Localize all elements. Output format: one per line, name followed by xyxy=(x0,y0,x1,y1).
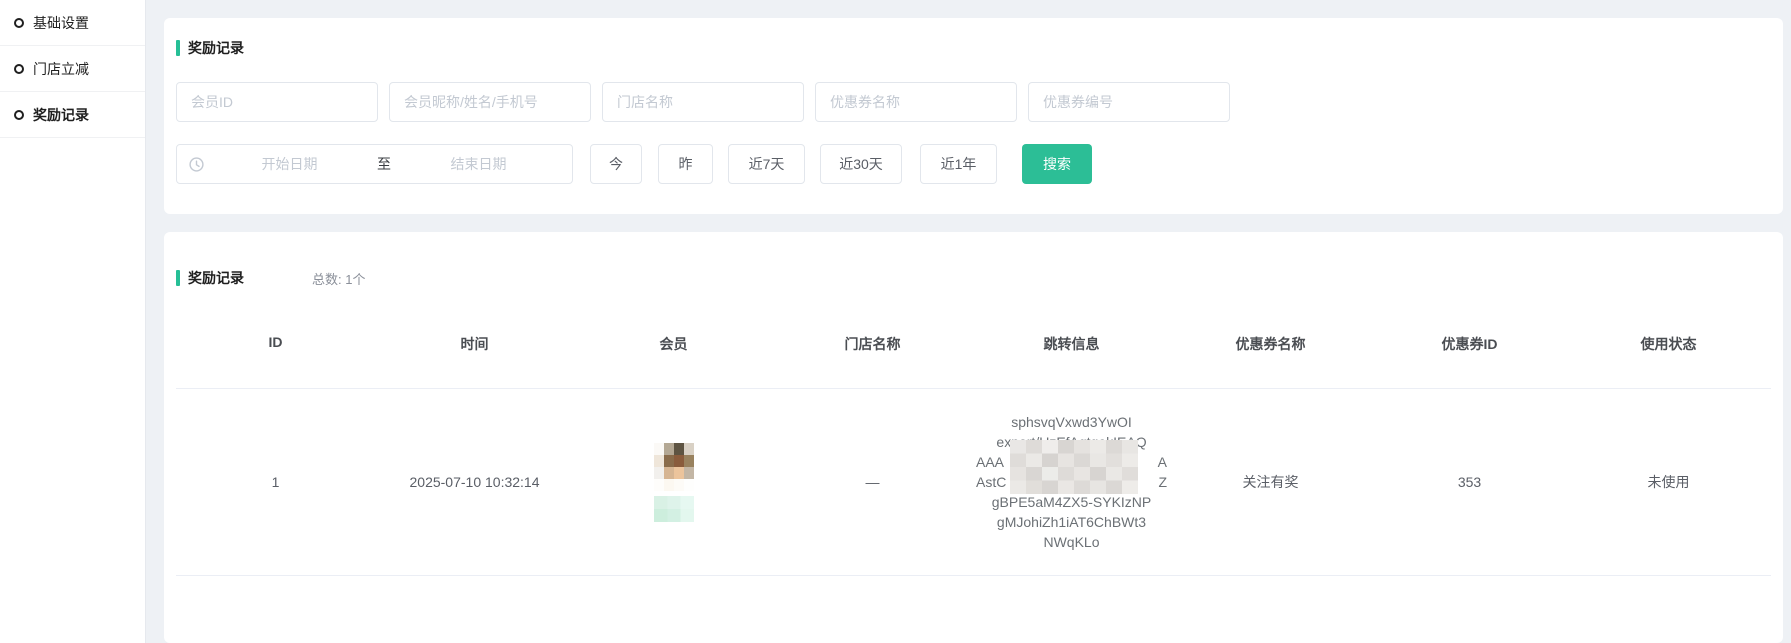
quick-range-30days-button[interactable]: 近30天 xyxy=(820,144,902,184)
radio-circle-icon xyxy=(14,18,24,28)
cell-use-status: 未使用 xyxy=(1569,472,1768,492)
quick-range-today-button[interactable]: 今 xyxy=(590,144,642,184)
table-header-row: ID 时间 会员 门店名称 跳转信息 优惠券名称 优惠券ID 使用状态 xyxy=(176,316,1771,389)
store-name-input[interactable] xyxy=(602,82,804,122)
main-content: 奖励记录 至 今 昨 近7天 xyxy=(164,0,1783,643)
col-header-store-name: 门店名称 xyxy=(773,316,972,388)
quick-range-1year-button[interactable]: 近1年 xyxy=(920,144,997,184)
table-row: 1 2025-07-10 10:32:14 xyxy=(176,389,1771,576)
filter-panel: 奖励记录 至 今 昨 近7天 xyxy=(164,18,1783,214)
col-header-time: 时间 xyxy=(375,316,574,388)
jump-info-line: gBPE5aM4ZX5-SYKIzNP xyxy=(974,492,1169,512)
jump-info-line: NWqKLo xyxy=(974,532,1169,552)
records-panel: 奖励记录 总数: 1个 ID 时间 会员 门店名称 跳转信息 优惠券名称 优惠券… xyxy=(164,232,1783,643)
title-marker xyxy=(176,270,180,286)
coupon-name-input[interactable] xyxy=(815,82,1017,122)
radio-circle-icon xyxy=(14,110,24,120)
date-range-picker[interactable]: 至 xyxy=(176,144,573,184)
cell-jump-info: sphsvqVxwd3YwOI export/UzEfAgtgekIEAQ AA… xyxy=(972,412,1171,552)
sidebar-item-basic-settings[interactable]: 基础设置 xyxy=(0,0,145,46)
member-avatar-pixelated xyxy=(654,443,694,491)
sidebar: 基础设置 门店立减 奖励记录 xyxy=(0,0,146,643)
sidebar-item-label: 奖励记录 xyxy=(33,105,89,125)
total-count-label: 总数: 1个 xyxy=(312,269,365,288)
cell-member xyxy=(574,443,773,522)
sidebar-item-label: 基础设置 xyxy=(33,13,89,33)
member-tag-pixelated xyxy=(654,496,694,522)
cell-coupon-id: 353 xyxy=(1370,474,1569,490)
date-separator-label: 至 xyxy=(371,154,397,174)
cell-coupon-name: 关注有奖 xyxy=(1171,472,1370,492)
panel-title-text: 奖励记录 xyxy=(188,38,244,58)
sidebar-item-store-discount[interactable]: 门店立减 xyxy=(0,46,145,92)
cell-store-name: — xyxy=(773,474,972,490)
quick-range-yesterday-button[interactable]: 昨 xyxy=(658,144,713,184)
cell-time: 2025-07-10 10:32:14 xyxy=(375,474,574,490)
sidebar-item-reward-records[interactable]: 奖励记录 xyxy=(0,92,145,138)
panel-title-text: 奖励记录 xyxy=(188,268,244,288)
coupon-number-input[interactable] xyxy=(1028,82,1230,122)
member-id-input[interactable] xyxy=(176,82,378,122)
filter-date-row: 至 今 昨 近7天 近30天 近1年 搜索 xyxy=(176,144,1771,184)
records-panel-title: 奖励记录 总数: 1个 xyxy=(176,268,1771,288)
filter-panel-title: 奖励记录 xyxy=(176,38,1771,58)
col-header-coupon-name: 优惠券名称 xyxy=(1171,316,1370,388)
col-header-coupon-id: 优惠券ID xyxy=(1370,316,1569,388)
start-date-input[interactable] xyxy=(208,156,371,172)
records-table: ID 时间 会员 门店名称 跳转信息 优惠券名称 优惠券ID 使用状态 1 20… xyxy=(176,316,1771,576)
quick-range-7days-button[interactable]: 近7天 xyxy=(728,144,805,184)
title-marker xyxy=(176,40,180,56)
radio-circle-icon xyxy=(14,64,24,74)
cell-id: 1 xyxy=(176,474,375,490)
col-header-use-status: 使用状态 xyxy=(1569,316,1768,388)
sidebar-item-label: 门店立减 xyxy=(33,59,89,79)
clock-icon xyxy=(189,157,204,172)
search-button[interactable]: 搜索 xyxy=(1022,144,1092,184)
jump-info-line: sphsvqVxwd3YwOI xyxy=(974,412,1169,432)
col-header-member: 会员 xyxy=(574,316,773,388)
col-header-id: ID xyxy=(176,316,375,388)
jump-info-line: gMJohiZh1iAT6ChBWt3 xyxy=(974,512,1169,532)
pixelated-redaction-overlay xyxy=(1010,440,1138,494)
member-name-input[interactable] xyxy=(389,82,591,122)
col-header-jump-info: 跳转信息 xyxy=(972,316,1171,388)
end-date-input[interactable] xyxy=(397,156,560,172)
filter-inputs-row xyxy=(176,82,1771,122)
